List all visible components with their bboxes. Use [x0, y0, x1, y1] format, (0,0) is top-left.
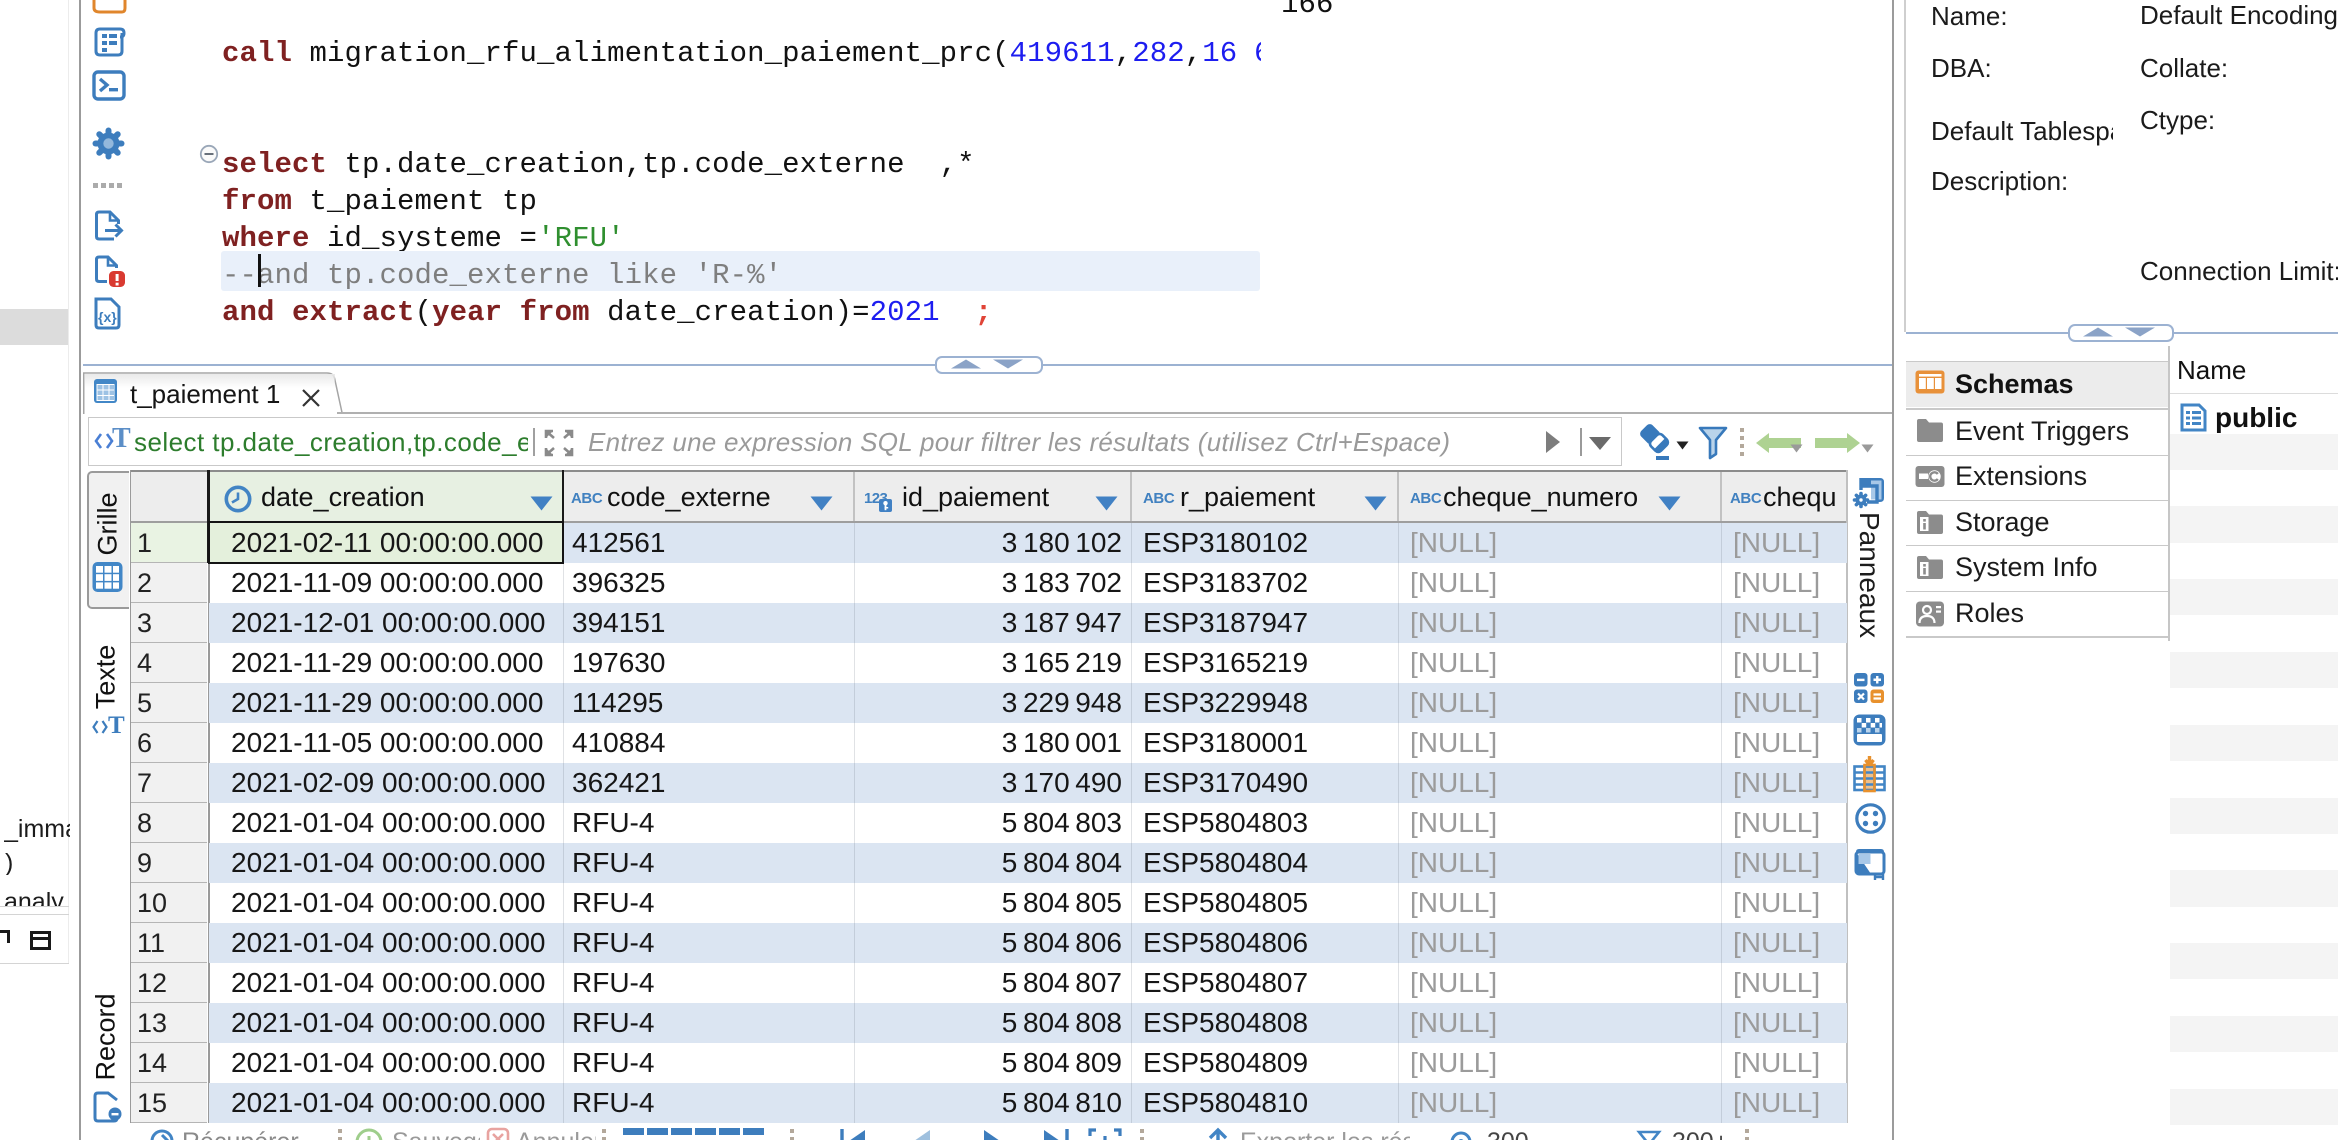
svg-text:{x}: {x} [98, 309, 117, 325]
